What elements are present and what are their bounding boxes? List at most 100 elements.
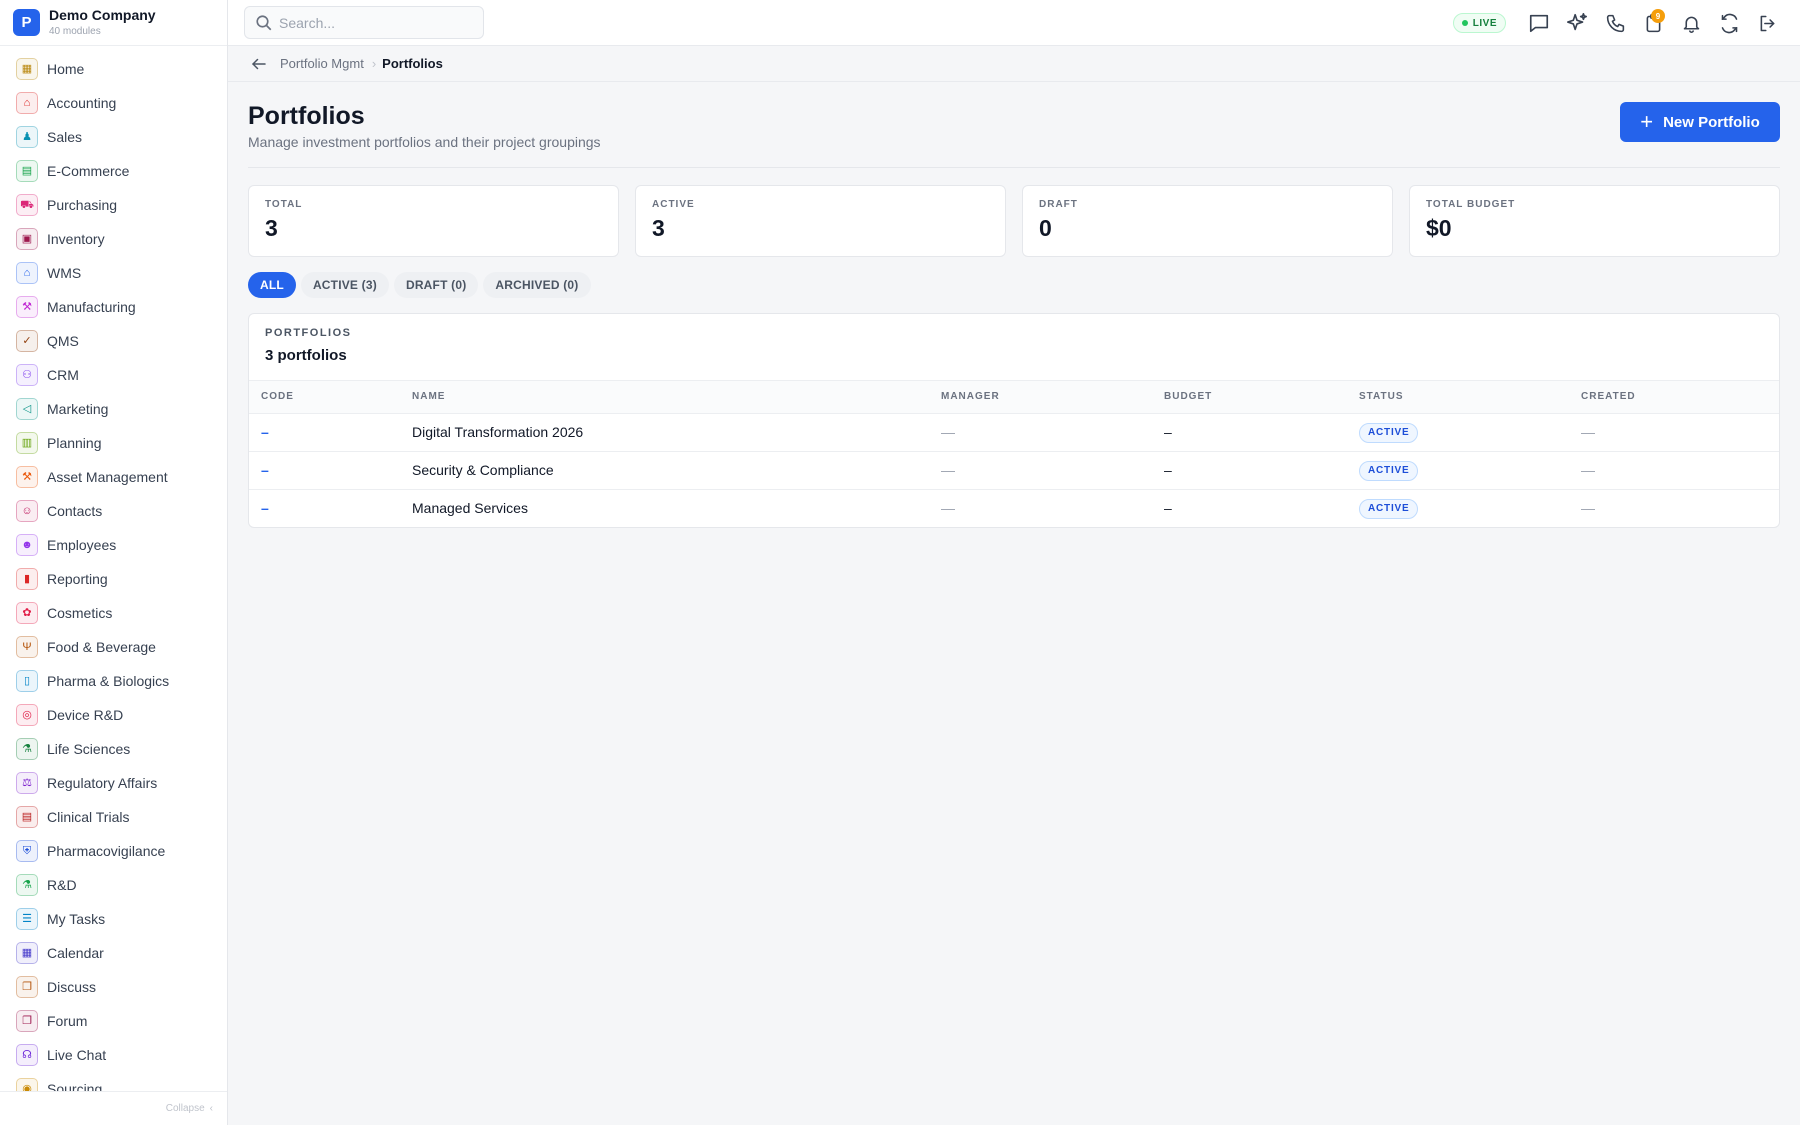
- search-box[interactable]: [244, 6, 484, 39]
- notifications-button[interactable]: [1672, 4, 1710, 42]
- sidebar-item-calendar[interactable]: ▦ Calendar: [0, 936, 227, 970]
- logout-button[interactable]: [1748, 4, 1786, 42]
- back-button[interactable]: [248, 53, 270, 75]
- column-header-status[interactable]: STATUS: [1347, 381, 1569, 414]
- microscope-icon: ⚗: [16, 738, 38, 760]
- sidebar: P Demo Company 40 modules ▦ Home ⌂ Accounti…: [0, 0, 228, 1125]
- portfolio-code-link[interactable]: –: [261, 462, 269, 478]
- refresh-button[interactable]: [1710, 4, 1748, 42]
- breadcrumb-separator: ›: [371, 56, 377, 71]
- company-name: Demo Company: [49, 6, 156, 23]
- sidebar-item-planning[interactable]: ▥ Planning: [0, 426, 227, 460]
- live-status-badge: LIVE: [1452, 13, 1506, 33]
- box-icon: ▣: [16, 228, 38, 250]
- portfolio-created: —: [1569, 451, 1779, 490]
- calendar-icon: ▦: [16, 942, 38, 964]
- search-input[interactable]: [279, 14, 469, 31]
- column-header-code[interactable]: CODE: [249, 381, 400, 414]
- table-row[interactable]: – Digital Transformation 2026 — – ACTIVE…: [249, 413, 1779, 452]
- chevron-left-icon: ‹: [209, 1103, 213, 1114]
- sidebar-item-e-commerce[interactable]: ▤ E-Commerce: [0, 154, 227, 188]
- checklist-icon: ☰: [16, 908, 38, 930]
- sidebar-item-pharmacovigilance[interactable]: ⛨ Pharmacovigilance: [0, 834, 227, 868]
- stat-value: 3: [652, 215, 665, 241]
- tasks-button[interactable]: 9: [1634, 4, 1672, 42]
- sidebar-item-qms[interactable]: ✓ QMS: [0, 324, 227, 358]
- sidebar-item-label: E-Commerce: [47, 163, 130, 179]
- new-portfolio-button[interactable]: + New Portfolio: [1620, 102, 1780, 142]
- contact-card-icon: ☺: [16, 500, 38, 522]
- sidebar-item-device-r-d[interactable]: ◎ Device R&D: [0, 698, 227, 732]
- arrow-left-icon: [252, 58, 266, 69]
- stat-card-active: ACTIVE 3: [635, 185, 1006, 257]
- stat-value: 3: [265, 215, 278, 241]
- sidebar-item-accounting[interactable]: ⌂ Accounting: [0, 86, 227, 120]
- stats-row: TOTAL 3 ACTIVE 3 DRAFT 0 TOTAL BUDGET $0: [248, 185, 1780, 257]
- sidebar-item-discuss[interactable]: ❐ Discuss: [0, 970, 227, 1004]
- chat-button[interactable]: [1520, 4, 1558, 42]
- sidebar-item-my-tasks[interactable]: ☰ My Tasks: [0, 902, 227, 936]
- column-header-created[interactable]: CREATED: [1569, 381, 1779, 414]
- sidebar-item-label: Manufacturing: [47, 299, 136, 315]
- sidebar-item-asset-management[interactable]: ⚒ Asset Management: [0, 460, 227, 494]
- id-badge-icon: ☻: [16, 534, 38, 556]
- status-badge: ACTIVE: [1359, 460, 1419, 481]
- tab-draft[interactable]: DRAFT (0): [393, 272, 479, 298]
- sidebar-item-marketing[interactable]: ◁ Marketing: [0, 392, 227, 426]
- check-badge-icon: ✓: [16, 330, 38, 352]
- collapse-button[interactable]: Collapse ‹: [0, 1091, 227, 1125]
- sidebar-item-clinical-trials[interactable]: ▤ Clinical Trials: [0, 800, 227, 834]
- sidebar-item-food-beverage[interactable]: Ψ Food & Beverage: [0, 630, 227, 664]
- stat-value: 0: [1039, 215, 1052, 241]
- column-header-name[interactable]: NAME: [400, 381, 929, 414]
- column-header-manager[interactable]: MANAGER: [929, 381, 1152, 414]
- sidebar-item-label: Pharmacovigilance: [47, 843, 166, 859]
- column-header-budget[interactable]: BUDGET: [1152, 381, 1347, 414]
- tab-active[interactable]: ACTIVE (3): [300, 272, 389, 298]
- header-divider: [248, 167, 1780, 168]
- ai-assistant-button[interactable]: [1558, 4, 1596, 42]
- sidebar-item-purchasing[interactable]: ⛟ Purchasing: [0, 188, 227, 222]
- plus-icon: +: [1640, 109, 1654, 134]
- tab-archived[interactable]: ARCHIVED (0): [483, 272, 591, 298]
- breadcrumb-parent[interactable]: Portfolio Mgmt: [280, 56, 364, 71]
- sidebar-item-employees[interactable]: ☻ Employees: [0, 528, 227, 562]
- sidebar-item-live-chat[interactable]: ☊ Live Chat: [0, 1038, 227, 1072]
- sidebar-item-label: Cosmetics: [47, 605, 113, 621]
- sidebar-item-r-d[interactable]: ⚗ R&D: [0, 868, 227, 902]
- table-row[interactable]: – Security & Compliance — – ACTIVE —: [249, 451, 1779, 490]
- sidebar-item-sales[interactable]: ♟ Sales: [0, 120, 227, 154]
- tab-all[interactable]: ALL: [248, 272, 296, 298]
- sidebar-item-cosmetics[interactable]: ✿ Cosmetics: [0, 596, 227, 630]
- sidebar-item-reporting[interactable]: ▮ Reporting: [0, 562, 227, 596]
- sidebar-item-label: Employees: [47, 537, 117, 553]
- sidebar-item-inventory[interactable]: ▣ Inventory: [0, 222, 227, 256]
- sidebar-item-label: Pharma & Biologics: [47, 673, 170, 689]
- sidebar-item-label: Reporting: [47, 571, 108, 587]
- portfolio-name: Digital Transformation 2026: [400, 413, 929, 452]
- sidebar-item-home[interactable]: ▦ Home: [0, 52, 227, 86]
- table-row[interactable]: – Managed Services — – ACTIVE —: [249, 489, 1779, 527]
- sidebar-item-life-sciences[interactable]: ⚗ Life Sciences: [0, 732, 227, 766]
- brand[interactable]: P Demo Company 40 modules: [0, 0, 227, 46]
- sidebar-item-wms[interactable]: ⌂ WMS: [0, 256, 227, 290]
- sidebar-item-label: Planning: [47, 435, 102, 451]
- warehouse-icon: ⌂: [16, 262, 38, 284]
- sidebar-item-manufacturing[interactable]: ⚒ Manufacturing: [0, 290, 227, 324]
- sidebar-item-regulatory-affairs[interactable]: ⚖ Regulatory Affairs: [0, 766, 227, 800]
- sidebar-item-contacts[interactable]: ☺ Contacts: [0, 494, 227, 528]
- users-icon: ⚇: [16, 364, 38, 386]
- portfolio-code-link[interactable]: –: [261, 500, 269, 516]
- factory-icon: ⚒: [16, 296, 38, 318]
- sidebar-item-crm[interactable]: ⚇ CRM: [0, 358, 227, 392]
- sidebar-item-label: Purchasing: [47, 197, 118, 213]
- phone-button[interactable]: [1596, 4, 1634, 42]
- sidebar-item-forum[interactable]: ❐ Forum: [0, 1004, 227, 1038]
- portfolio-code-link[interactable]: –: [261, 424, 269, 440]
- bar-chart-icon: ▮: [16, 568, 38, 590]
- sidebar-item-label: Contacts: [47, 503, 103, 519]
- sidebar-item-pharma-biologics[interactable]: ▯ Pharma & Biologics: [0, 664, 227, 698]
- sidebar-item-sourcing[interactable]: ◉ Sourcing: [0, 1072, 227, 1091]
- stat-card-total-budget: TOTAL BUDGET $0: [1409, 185, 1780, 257]
- portfolio-budget: –: [1164, 500, 1172, 517]
